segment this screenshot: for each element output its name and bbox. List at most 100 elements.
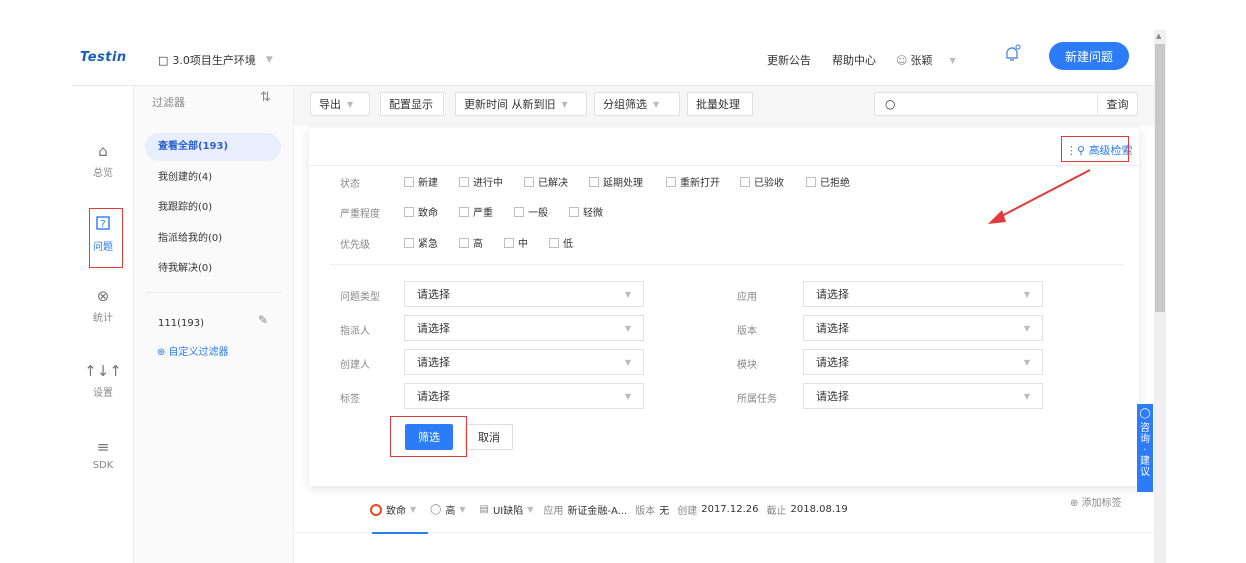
- checkbox-icon: [404, 206, 414, 217]
- chevron-down-icon: ▼: [624, 357, 631, 367]
- priority-checkbox-high[interactable]: 高: [459, 235, 483, 250]
- nav-item-settings[interactable]: ↑↓↑ 设置: [80, 362, 126, 399]
- new-issue-button[interactable]: 新建问题: [1049, 42, 1129, 70]
- app-select[interactable]: 请选择 ▼: [803, 281, 1043, 307]
- consult-feedback-tab[interactable]: ◯ 咨 询 · 建 议: [1137, 404, 1153, 492]
- type-value[interactable]: UI缺陷: [493, 502, 523, 517]
- tag-select[interactable]: 请选择 ▼: [404, 383, 644, 409]
- search-input[interactable]: [901, 98, 1097, 110]
- status-checkbox-accepted[interactable]: 已验收: [740, 174, 784, 189]
- highlight-box: [1061, 136, 1129, 162]
- panel-divider: [330, 264, 1124, 265]
- priority-icon: ◯: [430, 504, 442, 515]
- checkbox-label: 轻微: [583, 208, 603, 219]
- group-filter-dropdown[interactable]: 分组筛选 ▼: [594, 92, 680, 116]
- severity-checkbox-normal[interactable]: 一般: [514, 204, 548, 219]
- sort-dropdown[interactable]: 更新时间 从新到旧 ▼: [455, 92, 587, 116]
- status-label: 状态: [340, 179, 360, 190]
- issue-type-select[interactable]: 请选择 ▼: [404, 281, 644, 307]
- status-checkbox-resolved[interactable]: 已解决: [524, 174, 568, 189]
- checkbox-icon: [666, 176, 676, 187]
- consult-char: ·: [1143, 445, 1147, 456]
- status-checkbox-new[interactable]: 新建: [404, 174, 438, 189]
- priority-checkbox-medium[interactable]: 中: [504, 235, 528, 250]
- nav-item-stats[interactable]: ⊗ 统计: [80, 287, 126, 324]
- filter-item-followed[interactable]: 我跟踪的(0): [145, 194, 281, 222]
- search-button[interactable]: 查询: [1097, 93, 1137, 115]
- sliders-icon[interactable]: ⇅: [260, 90, 271, 105]
- nav-label: 总览: [93, 168, 113, 179]
- announcements-link[interactable]: 更新公告: [767, 52, 811, 68]
- add-tag-button[interactable]: ⊕ 添加标签: [1070, 494, 1122, 509]
- select-value: 请选择: [417, 322, 450, 335]
- checkbox-icon: [569, 206, 579, 217]
- type-icon: ▤: [479, 504, 489, 515]
- chevron-down-icon: ▼: [265, 55, 273, 65]
- add-custom-filter[interactable]: ⊕ 自定义过滤器: [157, 343, 229, 358]
- severity-checkbox-minor[interactable]: 轻微: [569, 204, 603, 219]
- scrollbar-thumb[interactable]: [1155, 44, 1165, 312]
- testin-logo[interactable]: Testin: [80, 50, 127, 65]
- chevron-down-icon: ▼: [347, 99, 354, 109]
- severity-checkbox-serious[interactable]: 严重: [459, 204, 493, 219]
- tag-label: 标签: [340, 394, 360, 405]
- checkbox-label: 中: [518, 239, 528, 250]
- filter-title: 过滤器: [152, 96, 185, 109]
- chevron-down-icon: ▼: [1023, 289, 1030, 299]
- search-box: ○ 查询: [874, 92, 1138, 116]
- pencil-icon[interactable]: ✎: [258, 313, 268, 327]
- checkbox-label: 紧急: [418, 239, 438, 250]
- status-checkbox-deferred[interactable]: 延期处理: [589, 174, 643, 189]
- version-value: 无: [659, 506, 670, 517]
- chevron-down-icon: ▼: [410, 505, 417, 514]
- version-select-label: 版本: [737, 326, 757, 337]
- task-select-label: 所属任务: [737, 394, 777, 405]
- bell-icon[interactable]: [1002, 44, 1024, 66]
- checkbox-label: 已解决: [538, 178, 568, 189]
- batch-button[interactable]: 批量处理: [687, 92, 753, 116]
- config-display-button[interactable]: 配置显示: [380, 92, 444, 116]
- checkbox-label: 重新打开: [680, 178, 720, 189]
- version-select[interactable]: 请选择 ▼: [803, 315, 1043, 341]
- checkbox-label: 一般: [528, 208, 548, 219]
- cancel-button[interactable]: 取消: [465, 424, 513, 450]
- help-center-link[interactable]: 帮助中心: [832, 52, 876, 68]
- severity-checkbox-fatal[interactable]: 致命: [404, 204, 438, 219]
- sort-label: 更新时间 从新到旧: [464, 98, 556, 111]
- deadline-value: 2018.08.19: [790, 504, 848, 515]
- priority-checkbox-low[interactable]: 低: [549, 235, 573, 250]
- priority-value[interactable]: 高: [445, 502, 455, 517]
- select-value: 请选择: [417, 288, 450, 301]
- filter-item-created[interactable]: 我创建的(4): [145, 164, 281, 192]
- status-checkbox-inprogress[interactable]: 进行中: [459, 174, 503, 189]
- severity-label: 严重程度: [340, 209, 380, 220]
- consult-char: 询: [1140, 434, 1150, 445]
- export-dropdown[interactable]: 导出 ▼: [310, 92, 370, 116]
- nav-label: 统计: [93, 313, 113, 324]
- created-label: 创建: [677, 506, 698, 517]
- checkbox-icon: [404, 176, 414, 187]
- chevron-down-icon: ▼: [561, 99, 568, 109]
- status-checkbox-reopened[interactable]: 重新打开: [666, 174, 720, 189]
- user-menu[interactable]: ☺ 张颖 ▼: [896, 52, 956, 68]
- creator-select[interactable]: 请选择 ▼: [404, 349, 644, 375]
- chevron-down-icon: ▼: [624, 323, 631, 333]
- project-selector[interactable]: □ 3.0项目生产环境 ▼: [158, 52, 273, 68]
- assignee-select[interactable]: 请选择 ▼: [404, 315, 644, 341]
- module-select-label: 模块: [737, 360, 757, 371]
- nav-item-overview[interactable]: ⌂ 总览: [80, 142, 126, 179]
- filter-item-all[interactable]: 查看全部(193): [145, 133, 281, 161]
- task-select[interactable]: 请选择 ▼: [803, 383, 1043, 409]
- filter-item-to-resolve[interactable]: 待我解决(0): [145, 255, 281, 283]
- priority-label: 优先级: [340, 240, 370, 251]
- nav-label: 设置: [93, 388, 113, 399]
- issue-type-label: 问题类型: [340, 292, 380, 303]
- status-checkbox-rejected[interactable]: 已拒绝: [806, 174, 850, 189]
- severity-value[interactable]: 致命: [386, 502, 406, 517]
- search-icon: ○: [885, 97, 896, 111]
- priority-checkbox-urgent[interactable]: 紧急: [404, 235, 438, 250]
- nav-item-sdk[interactable]: ≡ SDK: [80, 438, 126, 471]
- module-select[interactable]: 请选择 ▼: [803, 349, 1043, 375]
- scroll-up-arrow-icon[interactable]: ▲: [1156, 32, 1161, 40]
- filter-item-assigned[interactable]: 指派给我的(0): [145, 225, 281, 253]
